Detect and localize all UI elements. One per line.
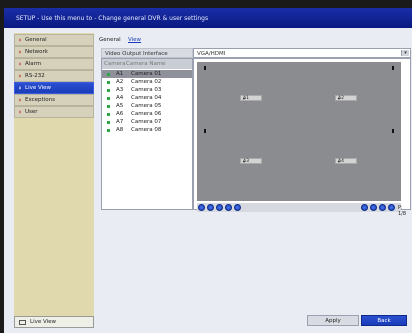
list-item[interactable]: A7 Camera 07 [102,118,192,126]
camera-name: Camera 08 [131,127,162,133]
camera-name: Camera 02 [131,79,162,85]
sidebar-item-label: General [25,37,47,43]
camera-id: A3 [116,87,124,93]
layout-3x3-icon[interactable] [234,204,241,211]
camera-name: Camera 01 [131,71,162,77]
list-item[interactable]: A1 Camera 01 [102,70,192,78]
sidebar-item-label: Live View [25,85,52,91]
column-header-camera-name: Camera Name [126,61,166,67]
status-dot-icon [107,89,110,92]
layout-1plus7-icon[interactable] [225,204,232,211]
chevron-down-icon: ▾ [401,50,409,56]
status-dot-icon [107,105,110,108]
sidebar-item-network[interactable]: › Network [14,46,94,58]
live-view-button[interactable]: Live View [14,316,94,328]
camera-name: Camera 06 [131,111,162,117]
list-item[interactable]: A2 Camera 02 [102,78,192,86]
chevron-right-icon: › [18,84,22,92]
chevron-right-icon: › [18,60,22,68]
sidebar-item-general[interactable]: › General [14,34,94,46]
sidebar-item-rs232[interactable]: › RS-232 [14,70,94,82]
video-output-select[interactable]: VGA/HDMI ▾ [193,48,411,58]
page-indicator: P: 1/8 [398,205,407,217]
previous-page-icon[interactable] [370,204,377,211]
status-dot-icon [107,113,110,116]
layout-1x1-icon[interactable] [198,204,205,211]
list-item[interactable]: A6 Camera 06 [102,110,192,118]
live-view-button-label: Live View [30,319,57,325]
channel-select-1[interactable]: A1 ▾ [240,95,262,101]
list-item[interactable]: A3 Camera 03 [102,86,192,94]
camera-id: A1 [116,71,124,77]
chevron-right-icon: › [18,48,22,56]
status-dot-icon [107,73,110,76]
sidebar-item-alarm[interactable]: › Alarm [14,58,94,70]
camera-id: A5 [116,103,124,109]
camera-id: A2 [116,79,124,85]
layout-2x2-icon[interactable] [207,204,214,211]
title-bar: SETUP - Use this menu to - Change genera… [4,8,412,28]
column-header-camera: Camera [104,61,126,67]
camera-name: Camera 05 [131,103,162,109]
window-corner-marker [204,129,206,133]
status-dot-icon [107,81,110,84]
window-corner-marker [392,66,394,70]
list-item[interactable]: A8 Camera 08 [102,126,192,134]
chevron-right-icon: › [18,36,22,44]
sidebar-item-user[interactable]: › User [14,106,94,118]
status-dot-icon [107,121,110,124]
camera-id: A4 [116,95,124,101]
layout-1plus5-icon[interactable] [216,204,223,211]
apply-button[interactable]: Apply [307,315,359,326]
chevron-down-icon: ▾ [338,159,341,164]
camera-list: Camera Camera Name A1 Camera 01 A2 Camer… [101,58,193,210]
monitor-icon [19,319,26,325]
camera-name: Camera 03 [131,87,162,93]
layout-preview: A1 ▾ A2 ▾ A3 ▾ A4 ▾ [197,62,401,201]
sidebar-item-label: Exceptions [25,97,55,103]
tab-general[interactable]: General [99,37,121,43]
camera-id: A7 [116,119,124,125]
tab-view[interactable]: View [128,37,141,43]
sidebar-item-label: Network [25,49,48,55]
video-output-label: Video Output Interface [101,48,193,58]
channel-select-2[interactable]: A2 ▾ [335,95,357,101]
back-button[interactable]: Back [361,315,407,326]
status-dot-icon [107,129,110,132]
sidebar-item-live-view[interactable]: › Live View [14,82,94,94]
first-page-icon[interactable] [361,204,368,211]
chevron-down-icon: ▾ [338,96,341,101]
camera-name: Camera 04 [131,95,162,101]
sidebar-item-label: RS-232 [25,73,45,79]
chevron-right-icon: › [18,108,22,116]
channel-select-4[interactable]: A4 ▾ [335,158,357,164]
list-item[interactable]: A4 Camera 04 [102,94,192,102]
video-output-value: VGA/HDMI [197,51,226,57]
sidebar-item-label: User [25,109,38,115]
camera-id: A8 [116,127,124,133]
camera-name: Camera 07 [131,119,162,125]
window-corner-marker [392,129,394,133]
window-corner-marker [204,66,206,70]
window-title: SETUP - Use this menu to - Change genera… [16,15,209,22]
last-page-icon[interactable] [388,204,395,211]
channel-select-3[interactable]: A3 ▾ [240,158,262,164]
chevron-right-icon: › [18,96,22,104]
list-item[interactable]: A5 Camera 05 [102,102,192,110]
sidebar-item-label: Alarm [25,61,42,67]
chevron-right-icon: › [18,72,22,80]
chevron-down-icon: ▾ [243,96,246,101]
sidebar-item-exceptions[interactable]: › Exceptions [14,94,94,106]
next-page-icon[interactable] [379,204,386,211]
status-dot-icon [107,97,110,100]
sidebar: › General › Network › Alarm › RS-232 › L… [14,33,94,328]
camera-list-header: Camera Camera Name [102,59,192,69]
camera-id: A6 [116,111,124,117]
chevron-down-icon: ▾ [243,159,246,164]
